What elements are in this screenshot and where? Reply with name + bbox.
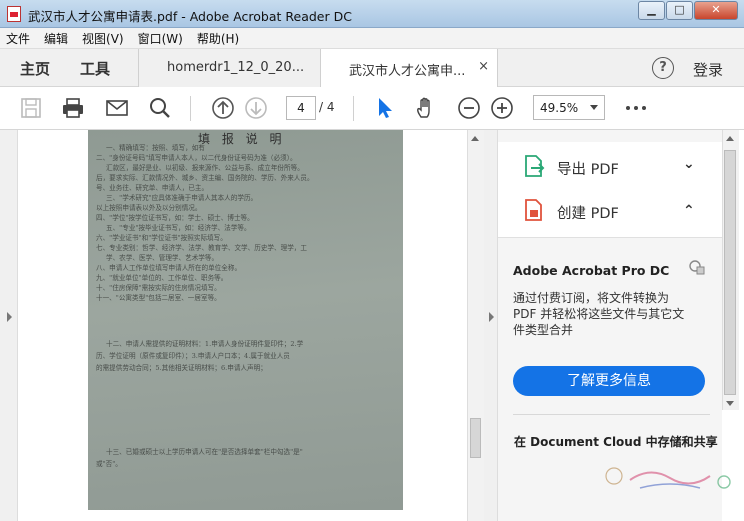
page-text-line: 四、"学位"按学位证书写，如：学士、硕士、博士等。 <box>96 214 254 222</box>
pane-divider <box>513 414 710 415</box>
title-bar: 武汉市人才公寓申请表.pdf - Adobe Acrobat Reader DC… <box>0 0 744 28</box>
page-text-line: 三、"学术研究"应具体准确于申请人其本人的学历。 <box>106 194 258 202</box>
scroll-up-icon[interactable] <box>471 136 479 141</box>
page-text-line: 六、"学业证书"和"学位证书"按照实际填写。 <box>96 234 227 242</box>
tab-document-application[interactable]: 武汉市人才公寓申... × <box>320 49 498 88</box>
chevron-down-icon[interactable]: ⌄ <box>683 156 695 172</box>
tools-pane-scroll-thumb[interactable] <box>724 150 736 395</box>
collapse-right-pane-icon[interactable] <box>489 312 494 322</box>
scroll-down-icon[interactable] <box>726 401 734 406</box>
scroll-up-icon[interactable] <box>726 136 734 141</box>
export-pdf-icon <box>525 155 545 177</box>
menu-edit[interactable]: 编辑 <box>44 30 68 47</box>
window-title: 武汉市人才公寓申请表.pdf - Adobe Acrobat Reader DC <box>28 9 352 24</box>
close-button[interactable]: ✕ <box>694 1 738 20</box>
help-icon[interactable]: ? <box>652 57 674 79</box>
chevron-down-icon <box>590 105 598 110</box>
hand-tool-icon[interactable] <box>414 96 438 120</box>
chevron-up-icon[interactable]: ⌃ <box>683 203 695 219</box>
page-text-line: 九、"就业单位"单位的、工作单位、职务等。 <box>96 274 228 282</box>
pdf-file-icon <box>7 6 21 22</box>
toolbar-divider <box>190 96 191 121</box>
tab-document-homerdr[interactable]: homerdr1_12_0_20... <box>138 49 320 87</box>
minimize-button[interactable]: ▁ <box>638 1 665 20</box>
zoom-select[interactable]: 49.5% <box>533 95 605 120</box>
page-text-line: 号、业务往、研究单、申请人，已主。 <box>96 184 209 192</box>
pdf-page: 填 报 说 明 一、精确填写：按照、填写，如有 二、"身份证号码"填写申请人本人，… <box>88 130 403 510</box>
tab-tools[interactable]: 工具 <box>80 58 110 79</box>
page-text-line: 十二、申请人需提供的证明材料：1.申请人身份证明件复印件；2.学 <box>106 340 304 348</box>
page-text-line: 历、学位证明（原件或复印件）；3.申请人户口本；4.属于就业人员 <box>96 352 290 360</box>
next-page-icon[interactable] <box>244 96 268 120</box>
expand-left-icon[interactable] <box>7 312 12 322</box>
page-text-line: 十、"住房保障"需按实际的住房情况填写。 <box>96 284 221 292</box>
print-icon[interactable] <box>61 96 85 120</box>
page-text-line: 汇款区，最好是业、以初级、报来源作、公益与系、成立年份所等。 <box>106 164 304 172</box>
create-pdf-icon <box>525 199 542 221</box>
document-cloud-heading: 在 Document Cloud 中存储和共享 <box>514 435 718 449</box>
page-text-line: 十三、已婚或硕士以上学历申请人可在"是否选择单套"栏中勾选"是" <box>106 448 303 456</box>
save-icon[interactable] <box>19 96 43 120</box>
pdf-stack-icon <box>689 260 705 275</box>
page-number-input[interactable]: 4 <box>286 96 316 120</box>
sign-in-link[interactable]: 登录 <box>693 59 723 80</box>
search-icon[interactable] <box>148 96 172 120</box>
tab-label: homerdr1_12_0_20... <box>167 60 305 75</box>
page-text-line: 后，要求实际、汇款情况外、城乡、资主编、国务院的、学历、外来人员。 <box>96 174 314 182</box>
page-total: / 4 <box>319 100 335 114</box>
menu-view[interactable]: 视图(V) <box>82 30 124 47</box>
left-panel-toggle[interactable] <box>0 130 18 521</box>
page-text-line: 以上按照申请表以外及以分别情况。 <box>96 204 202 212</box>
toolbar-divider <box>353 96 354 121</box>
zoom-in-icon[interactable] <box>490 96 514 120</box>
tab-bar: 主页 工具 homerdr1_12_0_20... 武汉市人才公寓申... × <box>0 49 744 88</box>
export-pdf-label[interactable]: 导出 PDF <box>557 158 619 179</box>
page-text-line: 七、专业类别：哲学、经济学、法学、教育学、文学、历史学、理学，工 <box>96 244 307 252</box>
menu-window[interactable]: 窗口(W) <box>138 30 183 47</box>
page-text-line: 八、申请人工作单位填写申请人所在的单位全称。 <box>96 264 242 272</box>
email-icon[interactable] <box>105 96 129 120</box>
page-text-line: 或"否"。 <box>96 460 122 468</box>
promo-title: Adobe Acrobat Pro DC <box>513 263 670 278</box>
page-text-line: 二、"身份证号码"填写申请人本人，以二代身份证号码为准（必须）。 <box>96 154 297 162</box>
page-text-line: 十一、"公寓类型"包括二居室、一居室等。 <box>96 294 221 302</box>
learn-more-button[interactable]: 了解更多信息 <box>513 366 705 396</box>
select-cursor-icon[interactable] <box>373 96 397 120</box>
promo-text: 通过付费订阅，将文件转换为 PDF 并轻松将这些文件与其它文件类型合并 <box>513 291 685 337</box>
maximize-button[interactable]: □ <box>666 1 693 20</box>
zoom-out-icon[interactable] <box>457 96 481 120</box>
zoom-value: 49.5% <box>540 101 579 115</box>
watermark-logo-icon <box>605 467 731 489</box>
menu-help[interactable]: 帮助(H) <box>197 30 239 47</box>
page-text-line: 的需提供劳动合同；5.其他相关证明材料；6.申请人声明； <box>96 364 267 372</box>
create-pdf-label[interactable]: 创建 PDF <box>557 202 619 223</box>
tab-close-icon[interactable]: × <box>478 59 489 74</box>
menu-bar: 文件 编辑 视图(V) 窗口(W) 帮助(H) <box>0 28 744 49</box>
tab-home[interactable]: 主页 <box>20 58 50 79</box>
page-text-line: 一、精确填写：按照、填写，如有 <box>106 144 205 152</box>
right-pane-toggle[interactable] <box>484 130 498 521</box>
more-options-icon[interactable] <box>624 96 648 120</box>
window-controls: ▁ □ ✕ <box>638 1 738 20</box>
toolbar: 4 / 4 <box>0 87 744 130</box>
page-text-line: 学、农学、医学、管理学、艺术学等。 <box>106 254 219 262</box>
previous-page-icon[interactable] <box>211 96 235 120</box>
document-scroll-thumb[interactable] <box>470 418 481 458</box>
menu-file[interactable]: 文件 <box>6 30 30 47</box>
tab-label: 武汉市人才公寓申... <box>349 64 466 79</box>
page-text-line: 五、"专业"按毕业证书写，如：经济学、法学等。 <box>106 224 251 232</box>
document-scrollbar[interactable] <box>467 130 484 521</box>
